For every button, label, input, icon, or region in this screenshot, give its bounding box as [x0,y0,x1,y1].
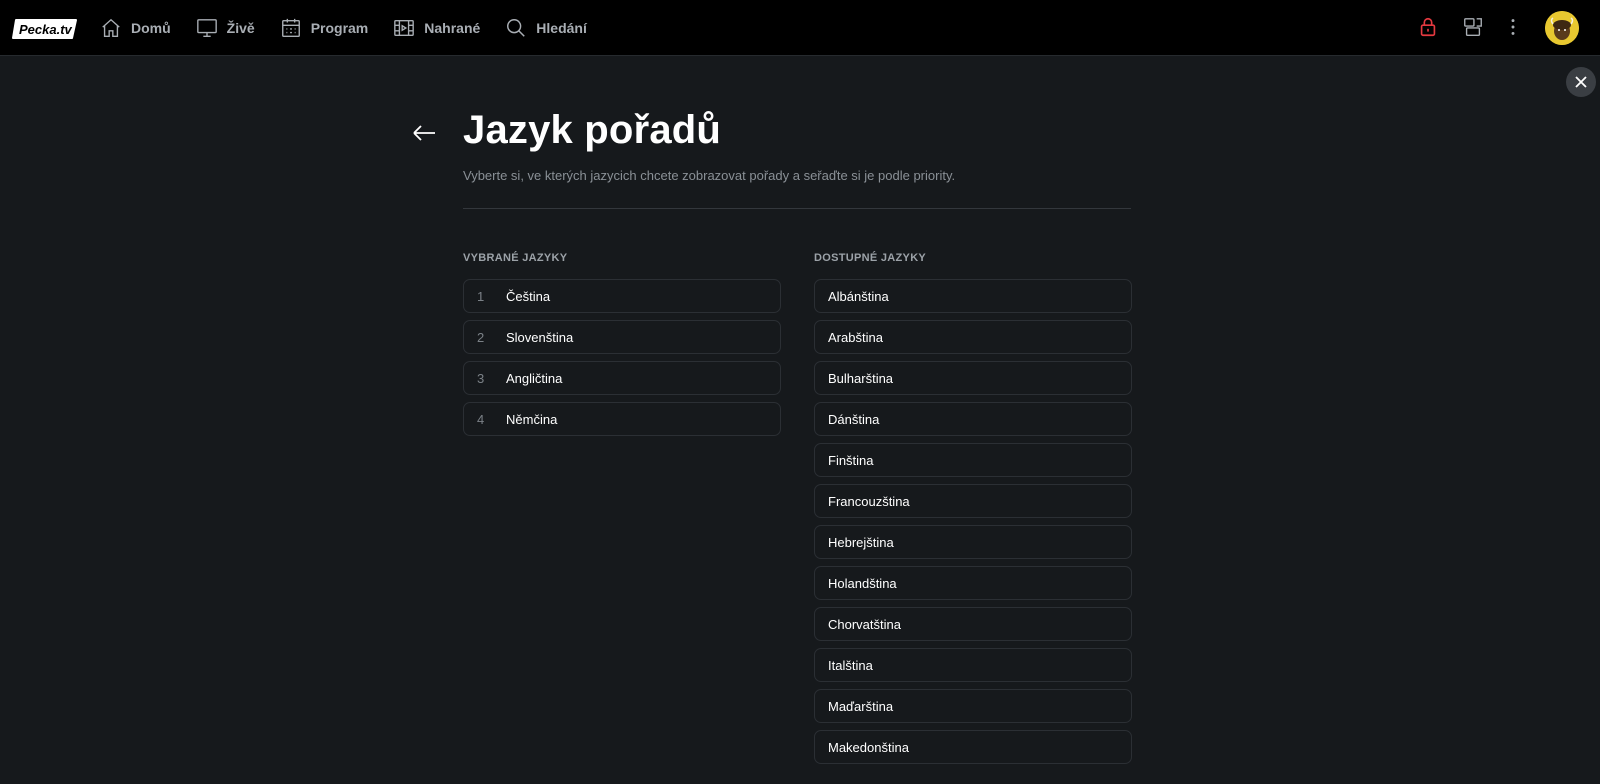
selected-languages-heading: VYBRANÉ JAZYKY [463,252,568,264]
language-label: Čeština [506,288,551,304]
available-language-item[interactable]: Hebrejština [814,525,1132,559]
available-language-item[interactable]: Italština [814,648,1132,682]
pecka-logo[interactable]: Pecka.tv [12,17,78,41]
nav-item-recorded[interactable]: Nahrané [393,17,480,39]
close-button[interactable] [1566,67,1596,97]
available-language-item[interactable]: Holandština [814,566,1132,600]
available-languages-heading: DOSTUPNÉ JAZYKY [814,252,927,264]
available-languages-list: Albánština Arabština Bulharština Dánštin… [814,279,1132,771]
lock-icon[interactable] [1417,16,1439,38]
selected-language-item[interactable]: 3 Angličtina [463,361,781,395]
devices-icon[interactable] [1462,16,1484,38]
priority-index: 1 [477,288,485,304]
back-arrow-icon[interactable] [410,119,438,147]
nav-label: Živě [226,20,255,36]
selected-languages-list: 1 Čeština 2 Slovenština 3 Angličtina 4 N… [463,279,781,443]
language-label: Němčina [506,411,558,427]
page-title: Jazyk pořadů [463,108,722,152]
nav-item-program[interactable]: Program [280,17,369,39]
language-label: Slovenština [506,329,574,345]
divider [463,208,1131,209]
nav-label: Hledání [536,20,587,36]
search-icon [507,19,526,37]
nav-label: Domů [131,20,171,36]
nav-item-live[interactable]: Živě [196,17,255,39]
close-icon [1575,76,1587,88]
nav-item-search[interactable]: Hledání [505,17,587,39]
available-language-item[interactable]: Arabština [814,320,1132,354]
more-vertical-icon[interactable] [1502,16,1524,38]
priority-index: 4 [477,411,485,427]
calendar-icon [281,18,300,37]
logo-text: Pecka.tv [19,22,73,37]
selected-language-item[interactable]: 2 Slovenština [463,320,781,354]
tv-icon [196,19,217,37]
nav-label: Nahrané [424,20,481,36]
nav-label: Program [310,20,369,36]
language-label: Angličtina [506,370,563,386]
page-subtitle: Vyberte si, ve kterých jazycich chcete z… [463,168,956,183]
main-nav: Domů Živě Program Nahrané Hledání [100,0,612,56]
available-language-item[interactable]: Francouzština [814,484,1132,518]
available-language-item[interactable]: Chorvatština [814,607,1132,641]
film-icon [394,19,415,37]
selected-language-item[interactable]: 1 Čeština [463,279,781,313]
priority-index: 2 [477,329,485,345]
available-language-item[interactable]: Albánština [814,279,1132,313]
available-language-item[interactable]: Bulharština [814,361,1132,395]
available-language-item[interactable]: Maďarština [814,689,1132,723]
available-language-item[interactable]: Dánština [814,402,1132,436]
priority-index: 3 [477,370,485,386]
available-language-item[interactable]: Makedonština [814,730,1132,764]
available-language-item[interactable]: Finština [814,443,1132,477]
nav-item-home[interactable]: Domů [100,17,171,39]
selected-language-item[interactable]: 4 Němčina [463,402,781,436]
top-navigation-bar: Pecka.tv Domů Živě Program Nahrané Hledá… [0,0,1600,56]
home-icon [102,18,120,37]
avatar[interactable] [1545,11,1579,45]
bison-avatar-icon [1545,11,1579,45]
